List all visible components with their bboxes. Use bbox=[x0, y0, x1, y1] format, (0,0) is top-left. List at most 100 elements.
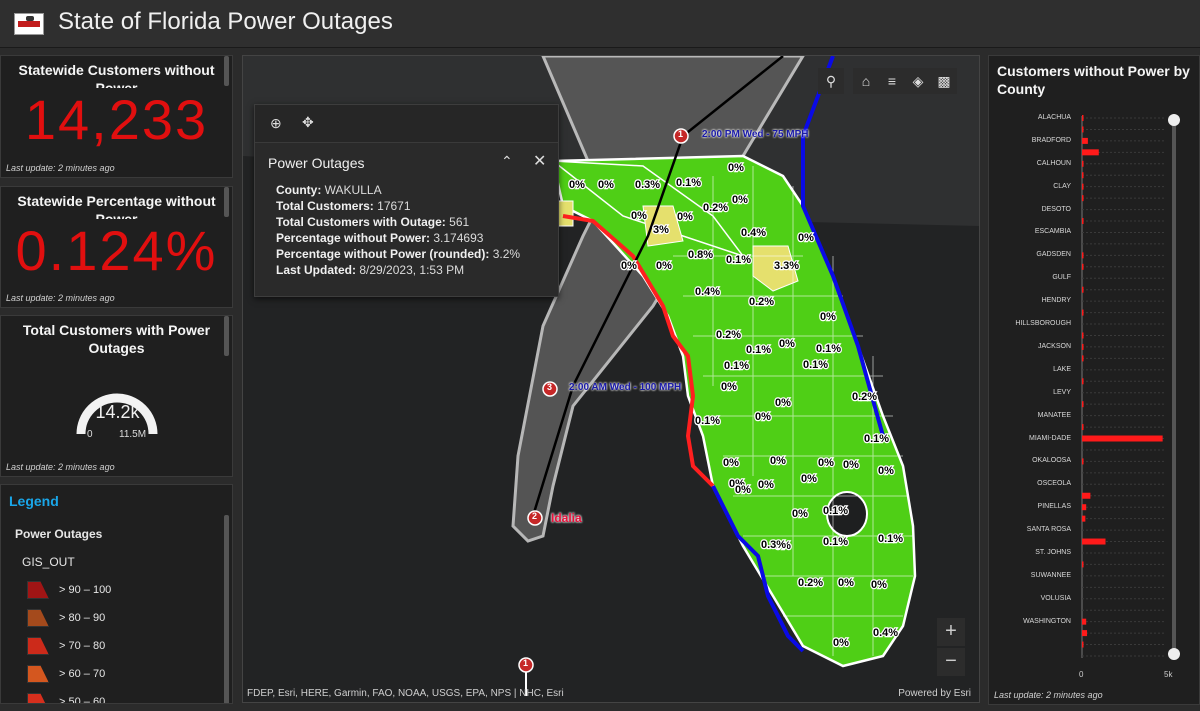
county-percent-label: 0.2% bbox=[716, 329, 741, 341]
county-bar[interactable] bbox=[1082, 561, 1084, 568]
app-header: State of Florida Power Outages bbox=[0, 0, 1200, 48]
county-bar[interactable] bbox=[1082, 263, 1084, 270]
county-percent-label: 0% bbox=[833, 637, 849, 649]
county-percent-label: 3% bbox=[653, 224, 669, 236]
close-icon[interactable]: ✕ bbox=[533, 151, 546, 171]
info-popup[interactable]: ⊕ ✥ Power Outages ⌃ ✕ County: WAKULLA To… bbox=[254, 104, 559, 297]
county-bar[interactable] bbox=[1082, 343, 1084, 350]
gauge-value: 14.2k bbox=[95, 402, 140, 422]
county-percent-label: 0.1% bbox=[695, 415, 720, 427]
search-toolbar: ⚲ bbox=[818, 68, 844, 94]
county-bar[interactable] bbox=[1082, 492, 1091, 499]
track-point-label: 2:00 AM Wed - 100 MPH bbox=[569, 382, 682, 393]
customers-updated: Last update: 2 minutes ago bbox=[6, 163, 115, 173]
popup-field: Total Customers: 17671 bbox=[276, 199, 411, 213]
percentage-updated: Last update: 2 minutes ago bbox=[6, 293, 115, 303]
county-bar[interactable] bbox=[1082, 126, 1084, 133]
county-bar[interactable] bbox=[1082, 160, 1084, 167]
county-bar[interactable] bbox=[1082, 195, 1084, 202]
county-bar[interactable] bbox=[1082, 115, 1084, 121]
legend-swatch bbox=[27, 581, 49, 599]
county-percent-label: 0% bbox=[871, 579, 887, 591]
search-icon[interactable]: ⚲ bbox=[818, 68, 844, 94]
scrollbar[interactable] bbox=[224, 56, 229, 86]
county-bar[interactable] bbox=[1082, 172, 1084, 179]
legend-item: > 60 – 70 bbox=[27, 665, 105, 685]
county-axis-label: VOLUSIA bbox=[1040, 594, 1071, 602]
county-percent-label: 0% bbox=[569, 179, 585, 191]
county-percent-label: 0% bbox=[735, 484, 751, 496]
legend-item-label: > 50 – 60 bbox=[59, 696, 106, 704]
county-percent-label: 0.2% bbox=[749, 296, 774, 308]
county-axis-label: HENDRY bbox=[1041, 297, 1071, 305]
county-bar[interactable] bbox=[1082, 630, 1088, 637]
legend-item-label: > 60 – 70 bbox=[59, 668, 106, 680]
scrollbar[interactable] bbox=[224, 316, 229, 356]
zoom-to-icon[interactable]: ⊕ bbox=[270, 115, 282, 132]
county-bar[interactable] bbox=[1082, 641, 1084, 648]
county-bar[interactable] bbox=[1082, 309, 1084, 316]
county-bar[interactable] bbox=[1082, 332, 1084, 339]
agency-logo bbox=[14, 13, 44, 35]
popup-field: County: WAKULLA bbox=[276, 183, 382, 197]
county-bar[interactable] bbox=[1082, 378, 1084, 385]
county-axis-label: LAKE bbox=[1053, 365, 1071, 373]
county-bar[interactable] bbox=[1082, 355, 1084, 362]
zoom-in-button[interactable]: + bbox=[937, 618, 965, 646]
county-percent-label: 0% bbox=[758, 479, 774, 491]
map-attribution[interactable]: FDEP, Esri, HERE, Garmin, FAO, NOAA, USG… bbox=[247, 688, 564, 699]
county-percent-label: 0% bbox=[878, 465, 894, 477]
county-bar[interactable] bbox=[1082, 218, 1084, 225]
county-bar[interactable] bbox=[1082, 504, 1087, 511]
county-percent-label: 0% bbox=[621, 260, 637, 272]
customers-value: 14,233 bbox=[24, 88, 209, 151]
county-percent-label: 0% bbox=[755, 411, 771, 423]
collapse-icon[interactable]: ⌃ bbox=[501, 153, 513, 170]
county-bar[interactable] bbox=[1082, 515, 1086, 522]
home-icon[interactable]: ⌂ bbox=[853, 68, 879, 94]
county-bar[interactable] bbox=[1082, 538, 1106, 545]
county-bar[interactable] bbox=[1082, 252, 1084, 259]
county-percent-label: 0.1% bbox=[864, 433, 889, 445]
county-axis-label: PINELLAS bbox=[1037, 503, 1071, 511]
county-bar[interactable] bbox=[1082, 618, 1087, 625]
county-bar[interactable] bbox=[1082, 424, 1084, 431]
county-percent-label: 0% bbox=[721, 381, 737, 393]
zoom-out-button[interactable]: − bbox=[937, 648, 965, 676]
legend-swatch bbox=[27, 665, 49, 683]
track-point-number: 3 bbox=[547, 382, 553, 392]
scrollbar[interactable] bbox=[224, 187, 229, 217]
county-axis-label: LEVY bbox=[1053, 388, 1071, 396]
popup-toolbar: ⊕ ✥ bbox=[255, 105, 558, 143]
county-percent-label: 0% bbox=[770, 455, 786, 467]
county-percent-label: 0.3% bbox=[761, 539, 786, 551]
gauge-updated: Last update: 2 minutes ago bbox=[6, 462, 115, 472]
storm-name-label: Idalia bbox=[551, 511, 582, 525]
county-chart-updated: Last update: 2 minutes ago bbox=[994, 690, 1103, 700]
powered-by[interactable]: Powered by Esri bbox=[898, 688, 971, 699]
county-bar[interactable] bbox=[1082, 286, 1084, 293]
county-bar[interactable] bbox=[1082, 435, 1163, 442]
county-axis-label: ESCAMBIA bbox=[1034, 228, 1071, 236]
county-percent-label: 0% bbox=[732, 194, 748, 206]
qr-icon[interactable]: ▩ bbox=[931, 68, 957, 94]
county-percent-label: 0% bbox=[801, 473, 817, 485]
x-axis-min: 0 bbox=[1079, 670, 1084, 679]
county-bar[interactable] bbox=[1082, 401, 1084, 408]
layers-icon[interactable]: ◈ bbox=[905, 68, 931, 94]
county-percent-label: 0.1% bbox=[816, 343, 841, 355]
county-percent-label: 0.4% bbox=[695, 286, 720, 298]
county-axis-label: CLAY bbox=[1053, 182, 1071, 190]
widget-toolbar: ⌂ ≡ ◈ ▩ bbox=[853, 68, 957, 94]
scrollbar[interactable] bbox=[224, 515, 229, 703]
county-bar-chart[interactable] bbox=[989, 106, 1200, 706]
county-bar[interactable] bbox=[1082, 149, 1099, 156]
move-icon[interactable]: ✥ bbox=[302, 114, 314, 131]
county-bar[interactable] bbox=[1082, 458, 1084, 465]
list-icon[interactable]: ≡ bbox=[879, 68, 905, 94]
county-bar[interactable] bbox=[1082, 137, 1088, 144]
county-percent-label: 0.1% bbox=[724, 360, 749, 372]
gauge-card: Total Customers with Power Outages 14.2k… bbox=[0, 315, 233, 477]
popup-field: Percentage without Power: 3.174693 bbox=[276, 231, 484, 245]
county-bar[interactable] bbox=[1082, 183, 1084, 190]
